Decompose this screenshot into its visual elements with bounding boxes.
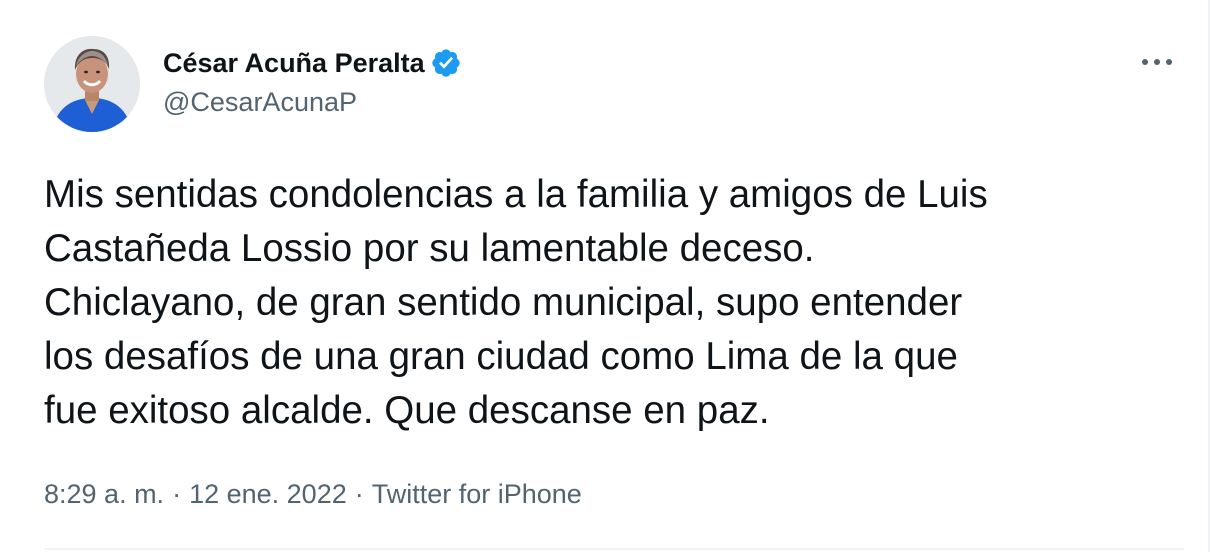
verified-badge-icon: [430, 47, 462, 79]
tweet-metadata: 8:29 a. m. · 12 ene. 2022 · Twitter for …: [44, 479, 582, 510]
avatar[interactable]: [44, 36, 140, 132]
tweet-text-line: los desafíos de una gran ciudad como Lim…: [44, 335, 958, 378]
tweet-text: Mis sentidas condolencias a la familia y…: [44, 168, 1184, 438]
tweet-text-line: Chiclayano, de gran sentido municipal, s…: [44, 281, 963, 324]
tweet-text-line: fue exitoso alcalde. Que descanse en paz…: [44, 389, 770, 432]
author-handle[interactable]: @CesarAcunaP: [163, 87, 357, 118]
tweet-text-line: Castañeda Lossio por su lamentable deces…: [44, 227, 815, 270]
more-options-button[interactable]: [1132, 44, 1182, 80]
author-name-row: César Acuña Peralta: [163, 44, 462, 82]
separator: ·: [172, 479, 182, 509]
tweet-time[interactable]: 8:29 a. m.: [44, 479, 164, 510]
separator: ·: [354, 479, 364, 509]
avatar-photo: [44, 36, 140, 132]
tweet-source[interactable]: Twitter for iPhone: [372, 479, 582, 510]
display-name[interactable]: César Acuña Peralta: [163, 48, 425, 79]
tweet-date[interactable]: 12 ene. 2022: [189, 479, 347, 510]
tweet-card: César Acuña Peralta @CesarAcunaP Mis sen…: [0, 0, 1210, 552]
divider: [44, 548, 1184, 550]
more-options-icon: [1142, 59, 1172, 65]
tweet-text-line: Mis sentidas condolencias a la familia y…: [44, 173, 988, 216]
